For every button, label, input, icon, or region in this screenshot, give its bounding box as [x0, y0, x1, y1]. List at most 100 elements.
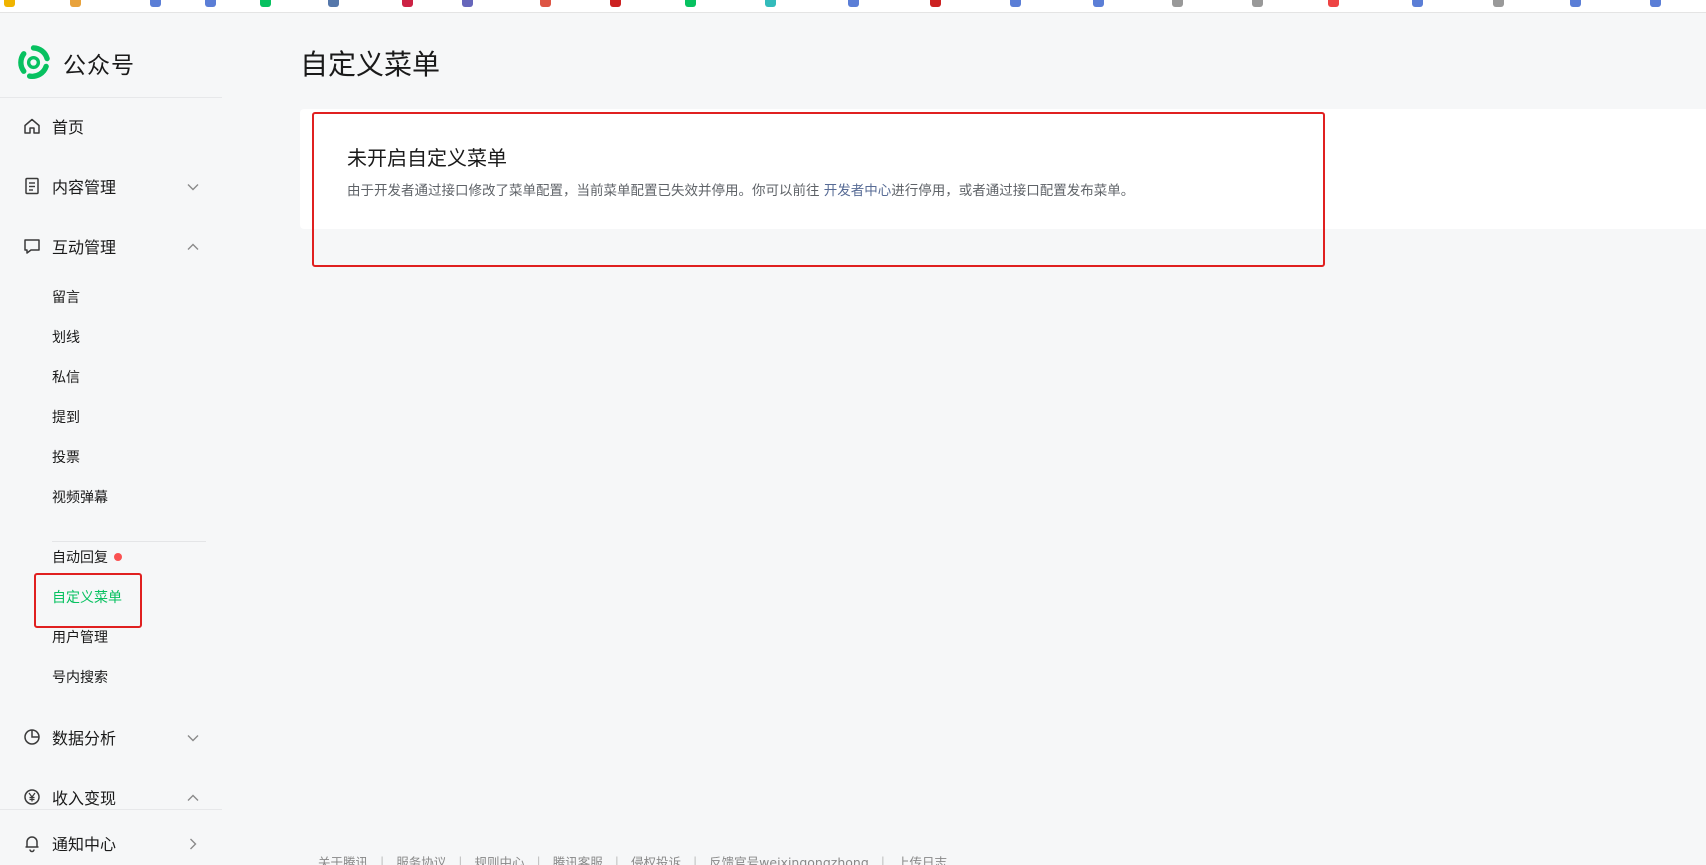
- sidebar-item-label: 互动管理: [52, 238, 117, 257]
- bookmark-item[interactable]: [848, 0, 859, 8]
- sidebar-subitem-label: 用户管理: [52, 630, 108, 646]
- sidebar-subitem-label: 私信: [52, 370, 80, 386]
- bookmark-item[interactable]: [1172, 0, 1183, 8]
- footer: 关于腾讯 | 服务协议 | 规则中心 | 腾讯客服 | 侵权投诉 | 反馈官号w…: [318, 852, 947, 865]
- notice-card: 未开启自定义菜单 由于开发者通过接口修改了菜单配置，当前菜单配置已失效并停用。你…: [300, 109, 1706, 229]
- bookmark-icon: [402, 0, 413, 7]
- sidebar-item-label: 首页: [52, 118, 85, 137]
- footer-link-terms[interactable]: 服务协议: [396, 852, 446, 865]
- sidebar-item-label: 通知中心: [52, 835, 117, 854]
- footer-link-upload-log[interactable]: 上传日志: [897, 852, 947, 865]
- bookmark-item[interactable]: [150, 0, 161, 8]
- document-icon: [22, 176, 42, 196]
- bookmark-item[interactable]: [1010, 0, 1021, 8]
- sidebar-item-home[interactable]: 首页: [22, 114, 200, 138]
- footer-separator: |: [614, 854, 619, 865]
- sidebar-subitem-mentions[interactable]: 提到: [52, 407, 80, 427]
- chevron-up-icon: [186, 239, 200, 253]
- footer-link-feedback[interactable]: 反馈官号weixingongzhong: [709, 852, 869, 865]
- sidebar-subitem-video-danmaku[interactable]: 视频弹幕: [52, 487, 108, 507]
- bookmark-item[interactable]: [205, 0, 216, 8]
- bookmark-item[interactable]: [1650, 0, 1661, 8]
- sidebar-item-monetize[interactable]: 收入变现: [22, 785, 200, 809]
- notification-dot: [114, 553, 122, 561]
- sidebar-item-label: 数据分析: [52, 729, 117, 748]
- sidebar-divider: [0, 809, 222, 810]
- bookmark-icon: [1328, 0, 1339, 7]
- bookmark-icon: [848, 0, 859, 7]
- developer-center-link[interactable]: 开发者中心: [824, 183, 892, 199]
- yen-icon: [22, 787, 42, 807]
- pie-chart-icon: [22, 727, 42, 747]
- sidebar-item-notifications[interactable]: 通知中心: [22, 831, 200, 855]
- sidebar-subitem-comments[interactable]: 留言: [52, 287, 80, 307]
- bookmark-item[interactable]: [1412, 0, 1423, 8]
- brand-name: 公众号: [63, 52, 135, 79]
- bookmark-item[interactable]: [70, 0, 81, 8]
- sidebar-subitem-highlights[interactable]: 划线: [52, 327, 80, 347]
- bookmark-item[interactable]: [540, 0, 551, 8]
- bookmark-icon: [260, 0, 271, 7]
- bookmark-icon: [1650, 0, 1661, 7]
- sidebar-divider: [0, 97, 222, 98]
- sidebar-item-interaction[interactable]: 互动管理: [22, 234, 200, 258]
- bookmark-item[interactable]: [4, 0, 15, 8]
- sidebar-subitem-label: 划线: [52, 330, 80, 346]
- bookmarks-bar: [0, 0, 1706, 13]
- bookmark-item[interactable]: [930, 0, 941, 8]
- sidebar-subitem-label: 投票: [52, 450, 80, 466]
- bookmark-icon: [685, 0, 696, 7]
- footer-link-rules[interactable]: 规则中心: [474, 852, 524, 865]
- sidebar-subitem-votes[interactable]: 投票: [52, 447, 80, 467]
- bookmark-icon: [1093, 0, 1104, 7]
- bookmark-item[interactable]: [1570, 0, 1581, 8]
- notice-text: 进行停用，或者通过接口配置发布菜单。: [891, 183, 1135, 199]
- sidebar-subitem-label: 自动回复: [52, 550, 108, 566]
- bookmark-item[interactable]: [402, 0, 413, 8]
- sidebar-item-analytics[interactable]: 数据分析: [22, 725, 200, 749]
- footer-link-about[interactable]: 关于腾讯: [318, 852, 368, 865]
- footer-separator: |: [458, 854, 463, 865]
- bookmark-icon: [1412, 0, 1423, 7]
- bookmark-item[interactable]: [685, 0, 696, 8]
- bookmark-icon: [328, 0, 339, 7]
- bookmark-item[interactable]: [260, 0, 271, 8]
- bookmark-icon: [930, 0, 941, 7]
- bookmark-icon: [1172, 0, 1183, 7]
- bookmark-item[interactable]: [328, 0, 339, 8]
- notice-text: 由于开发者通过接口修改了菜单配置，当前菜单配置已失效并停用。你可以前往: [347, 183, 824, 199]
- sidebar-subitem-label: 提到: [52, 410, 80, 426]
- bookmark-item[interactable]: [1328, 0, 1339, 8]
- chevron-up-icon: [186, 790, 200, 804]
- sidebar-subitem-label: 自定义菜单: [52, 590, 122, 606]
- bookmark-icon: [1010, 0, 1021, 7]
- sidebar-subitem-user-management[interactable]: 用户管理: [52, 627, 108, 647]
- sidebar: 公众号 首页 内容管理 互动管理 留言 划线 私信 提到 投票 视频弹幕 自动回…: [0, 13, 222, 865]
- sidebar-item-content[interactable]: 内容管理: [22, 174, 200, 198]
- bookmark-icon: [205, 0, 216, 7]
- bookmark-icon: [610, 0, 621, 7]
- bookmark-item[interactable]: [462, 0, 473, 8]
- footer-link-infringement[interactable]: 侵权投诉: [631, 852, 681, 865]
- sidebar-subitem-messages[interactable]: 私信: [52, 367, 80, 387]
- bookmark-icon: [540, 0, 551, 7]
- sidebar-item-label: 内容管理: [52, 178, 117, 197]
- sidebar-subitem-custom-menu[interactable]: 自定义菜单: [52, 587, 122, 607]
- footer-separator: |: [380, 854, 385, 865]
- bookmark-item[interactable]: [1252, 0, 1263, 8]
- bookmark-icon: [70, 0, 81, 7]
- sidebar-subitem-label: 号内搜索: [52, 670, 108, 686]
- bookmark-item[interactable]: [1093, 0, 1104, 8]
- notice-title: 未开启自定义菜单: [347, 146, 507, 170]
- bookmark-icon: [150, 0, 161, 7]
- bookmark-item[interactable]: [765, 0, 776, 8]
- bookmark-item[interactable]: [610, 0, 621, 8]
- brand[interactable]: 公众号: [16, 45, 135, 80]
- sidebar-subitem-in-account-search[interactable]: 号内搜索: [52, 667, 108, 687]
- chevron-down-icon: [186, 179, 200, 193]
- bookmark-item[interactable]: [1493, 0, 1504, 8]
- notice-description: 由于开发者通过接口修改了菜单配置，当前菜单配置已失效并停用。你可以前往 开发者中…: [347, 179, 1134, 199]
- sidebar-subitem-auto-reply[interactable]: 自动回复: [52, 547, 122, 567]
- footer-link-support[interactable]: 腾讯客服: [553, 852, 603, 865]
- footer-separator: |: [692, 854, 698, 865]
